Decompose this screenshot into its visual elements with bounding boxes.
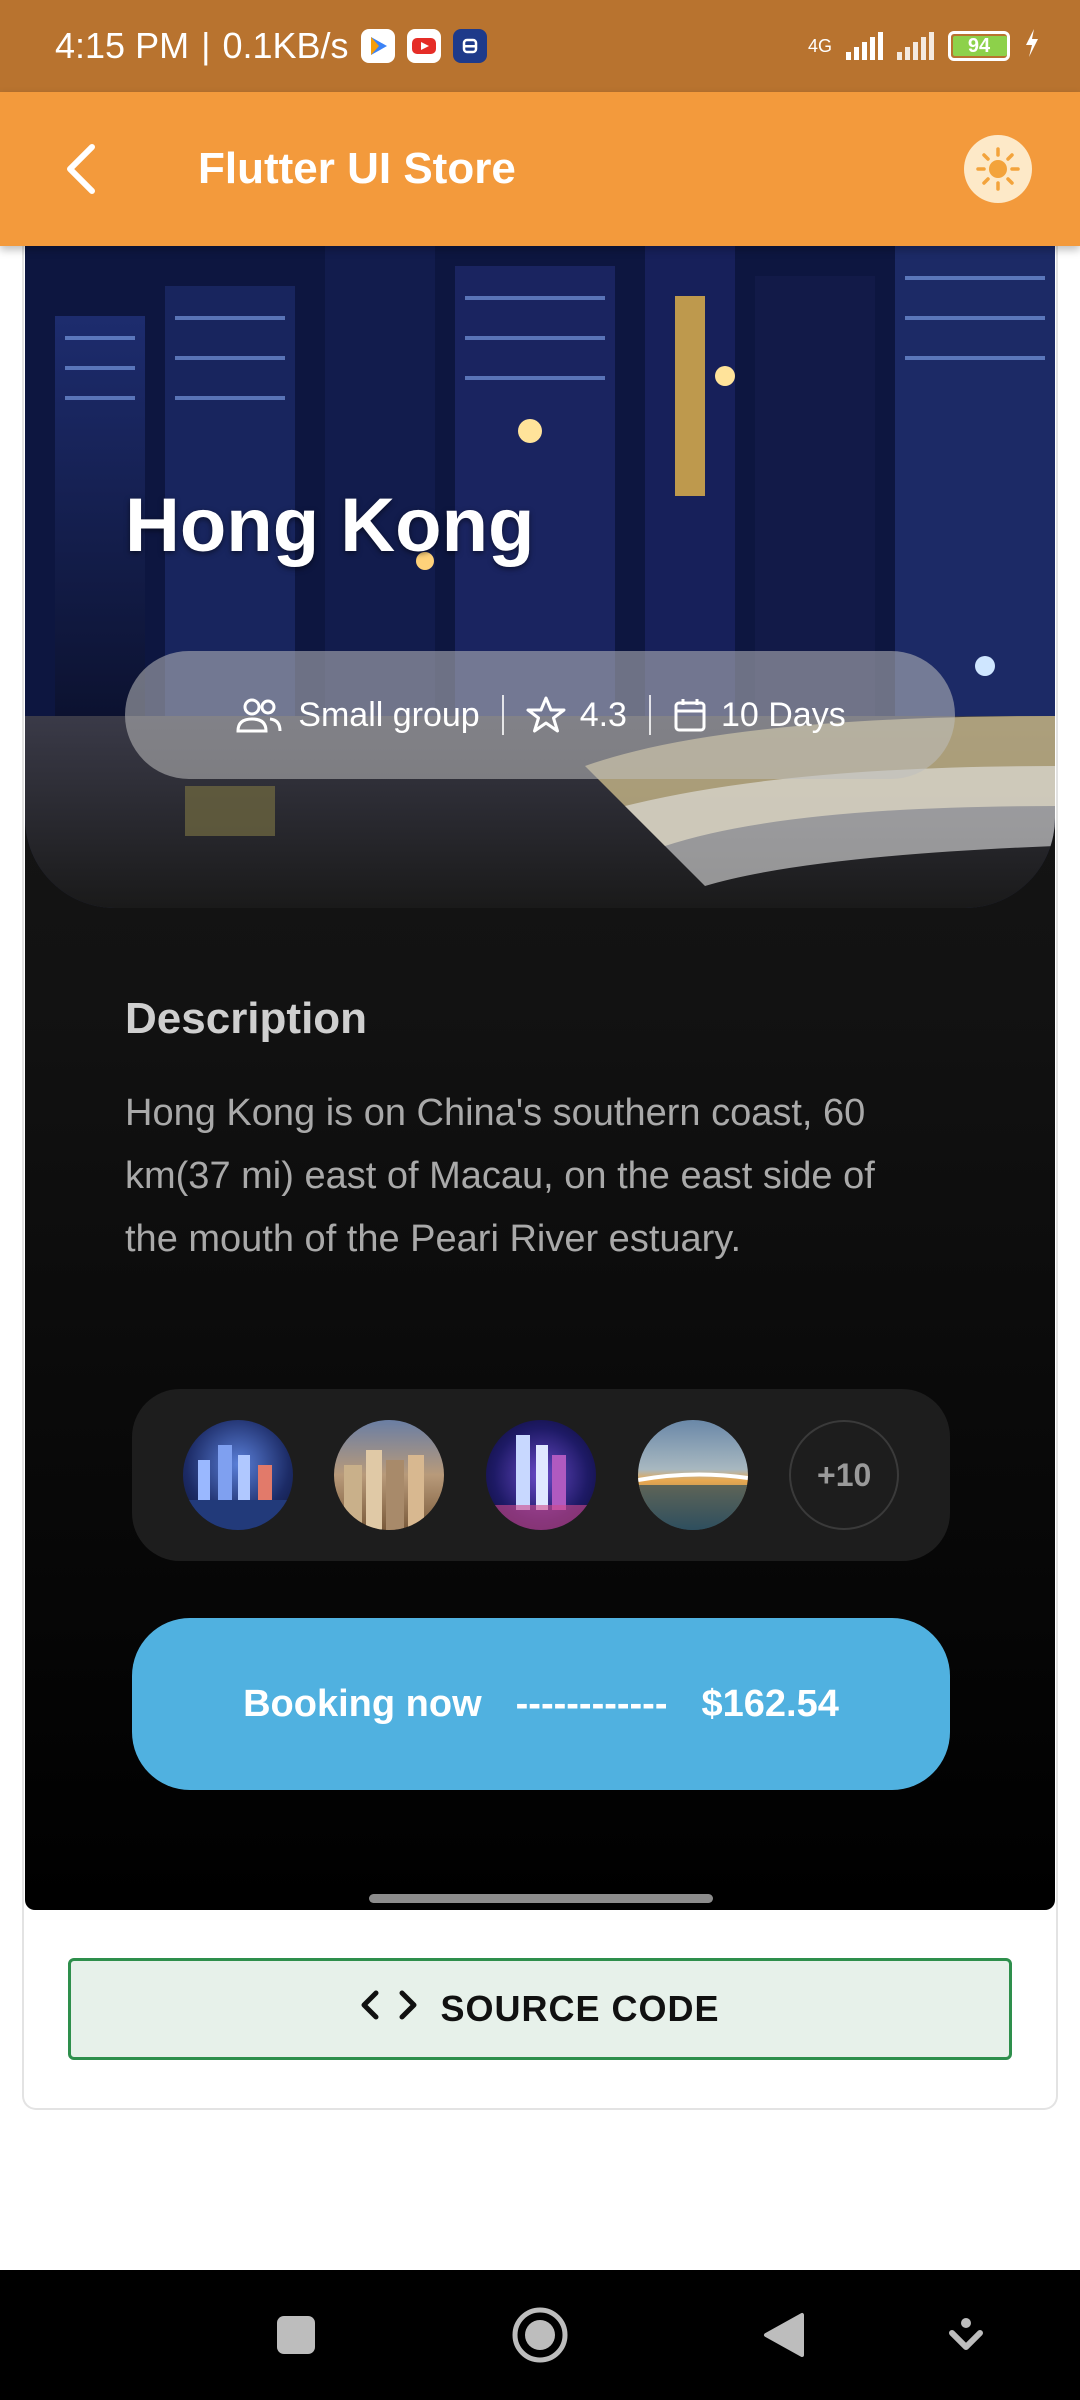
source-code-label: SOURCE CODE [440, 1988, 720, 2029]
network-type: 4G [807, 35, 832, 56]
destination-title: Hong Kong [125, 483, 535, 568]
gallery-photo-3[interactable] [485, 1420, 596, 1530]
booking-dashes: ------------ [515, 1682, 668, 1725]
divider [501, 695, 504, 735]
group-label: Small group [298, 695, 480, 734]
gallery-photo-4[interactable] [637, 1420, 748, 1530]
youtube-icon [406, 29, 441, 63]
booking-button[interactable]: Booking now ------------ $162.54 [132, 1618, 950, 1790]
back-nav-button[interactable] [754, 2305, 814, 2365]
chevron-left-icon [67, 144, 95, 194]
status-time: 4:15 PM [55, 25, 190, 66]
play-store-icon [360, 29, 395, 63]
charging-icon [1024, 29, 1040, 63]
more-photos-button[interactable]: +10 [789, 1420, 900, 1530]
home-button[interactable] [510, 2305, 570, 2365]
app-title: Flutter UI Store [198, 144, 516, 193]
app-notification-icon [452, 29, 487, 63]
description-heading: Description [125, 994, 368, 1043]
rating-info: 4.3 [526, 695, 627, 735]
back-triangle-icon [764, 2313, 804, 2357]
city-skyline-image [25, 246, 1055, 908]
status-bar: 4:15 PM | 0.1KB/s 4G 94 [0, 0, 1080, 92]
chevron-down-icon [949, 2318, 983, 2350]
group-icon [236, 698, 282, 733]
battery-indicator: 94 [948, 31, 1010, 61]
theme-toggle-button[interactable] [964, 135, 1032, 203]
star-icon [526, 696, 566, 733]
rating-value: 4.3 [579, 695, 627, 734]
booking-price: $162.54 [701, 1682, 839, 1725]
description-text: Hong Kong is on China's southern coast, … [125, 1092, 875, 1260]
gallery-photo-2[interactable] [334, 1420, 445, 1530]
home-indicator [369, 1894, 713, 1903]
duration-label: 10 Days [720, 695, 846, 734]
code-icon [360, 1987, 418, 2032]
booking-label: Booking now [243, 1682, 482, 1725]
duration-info: 10 Days [673, 696, 846, 735]
back-button[interactable] [50, 139, 110, 199]
sun-icon [976, 147, 1020, 191]
divider [648, 695, 651, 735]
hero-image: Hong Kong Small group 4.3 10 Days [25, 246, 1055, 908]
signal-icon-2 [897, 32, 934, 60]
recents-button[interactable] [266, 2305, 326, 2365]
signal-icon [846, 32, 883, 60]
assist-button[interactable] [936, 2305, 996, 2365]
home-circle-icon [512, 2307, 568, 2363]
group-info: Small group [234, 695, 480, 735]
calendar-icon [674, 699, 706, 732]
photo-gallery: +10 [132, 1389, 950, 1561]
system-nav-bar [0, 2270, 1080, 2400]
app-bar: Flutter UI Store [0, 92, 1080, 246]
travel-detail-panel: Hong Kong Small group 4.3 10 Days Descri… [25, 246, 1055, 1910]
square-icon [277, 2316, 315, 2354]
network-speed: 0.1KB/s [222, 25, 349, 66]
gallery-photo-1[interactable] [182, 1420, 293, 1530]
source-code-button[interactable]: SOURCE CODE [68, 1958, 1012, 2060]
trip-info-pill: Small group 4.3 10 Days [125, 651, 955, 779]
